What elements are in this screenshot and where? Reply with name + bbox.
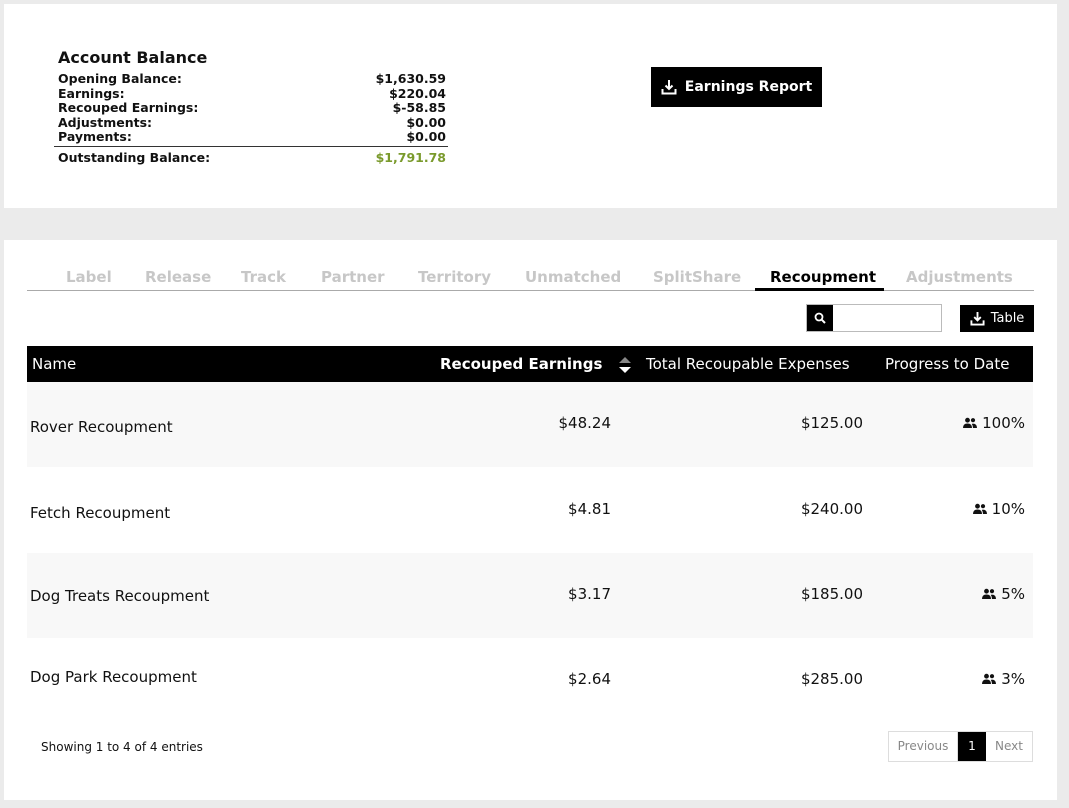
balance-value: $0.00 xyxy=(406,114,446,130)
column-header-label: Recouped Earnings xyxy=(440,355,603,373)
row-total: $185.00 xyxy=(800,585,863,603)
table-row: Fetch Recoupment $4.81 $240.00 10% xyxy=(27,467,1033,553)
row-name: Fetch Recoupment xyxy=(30,504,171,522)
outstanding-balance-label: Outstanding Balance: xyxy=(58,150,211,165)
account-balance-card: Account Balance Opening Balance: $1,630.… xyxy=(4,4,1057,208)
row-name: Dog Park Recoupment xyxy=(30,668,197,686)
search-box xyxy=(806,304,942,332)
download-icon xyxy=(661,80,677,95)
balance-value: $220.04 xyxy=(389,85,446,101)
users-icon xyxy=(982,588,997,599)
row-progress: 10% xyxy=(972,500,1025,518)
pagination: Previous 1 Next xyxy=(888,731,1033,762)
earnings-report-label: Earnings Report xyxy=(684,79,813,95)
report-tabs: Label Release Track Partner Territory Un… xyxy=(27,266,1034,291)
balance-row-earnings: Earnings: $220.04 xyxy=(58,85,446,102)
balance-label: Recouped Earnings: xyxy=(58,100,199,115)
row-progress: 3% xyxy=(982,670,1025,688)
row-recouped: $4.81 xyxy=(568,500,611,518)
tab-partner[interactable]: Partner xyxy=(321,268,385,286)
table-row: Dog Treats Recoupment $3.17 $185.00 5% xyxy=(27,553,1033,638)
table-download-button[interactable]: Table xyxy=(960,305,1034,332)
users-icon xyxy=(963,417,978,428)
earnings-report-button[interactable]: Earnings Report xyxy=(651,67,822,107)
search-input[interactable] xyxy=(834,305,940,331)
progress-value: 10% xyxy=(991,500,1025,518)
sort-icon xyxy=(618,356,631,373)
balance-value: $-58.85 xyxy=(392,100,446,115)
balance-row-adjustments: Adjustments: $0.00 xyxy=(58,114,446,131)
row-progress: 5% xyxy=(982,585,1025,603)
balance-label: Adjustments: xyxy=(58,114,153,130)
row-total: $240.00 xyxy=(800,500,863,518)
outstanding-balance-value: $1,791.78 xyxy=(375,150,446,165)
balance-row-payments: Payments: $0.00 xyxy=(58,129,446,145)
pagination-page-1[interactable]: 1 xyxy=(958,732,986,761)
row-progress: 100% xyxy=(963,414,1025,432)
progress-value: 5% xyxy=(1001,585,1025,603)
tab-label[interactable]: Label xyxy=(66,268,112,286)
column-header-total-recoupable[interactable]: Total Recoupable Expenses xyxy=(646,346,850,382)
row-total: $285.00 xyxy=(800,670,863,688)
tab-recoupment[interactable]: Recoupment xyxy=(770,268,876,286)
row-name: Dog Treats Recoupment xyxy=(30,587,210,605)
table-row: Dog Park Recoupment $2.64 $285.00 3% xyxy=(27,638,1033,720)
balance-label: Payments: xyxy=(58,129,132,144)
tab-track[interactable]: Track xyxy=(241,268,286,286)
entries-info: Showing 1 to 4 of 4 entries xyxy=(41,740,203,754)
column-header-recouped-earnings[interactable]: Recouped Earnings xyxy=(440,346,632,382)
progress-value: 3% xyxy=(1001,670,1025,688)
row-recouped: $48.24 xyxy=(558,414,612,432)
search-icon[interactable] xyxy=(807,305,833,331)
pagination-previous[interactable]: Previous xyxy=(889,732,958,761)
row-name: Rover Recoupment xyxy=(30,418,173,436)
balance-label: Opening Balance: xyxy=(58,71,182,86)
balance-row-opening: Opening Balance: $1,630.59 xyxy=(58,71,446,87)
account-balance-rows: Opening Balance: $1,630.59 Earnings: $22… xyxy=(58,71,446,145)
users-icon xyxy=(972,503,987,514)
progress-value: 100% xyxy=(982,414,1025,432)
balance-row-recouped: Recouped Earnings: $-58.85 xyxy=(58,100,446,116)
tab-splitshare[interactable]: SplitShare xyxy=(653,268,741,286)
users-icon xyxy=(982,673,997,684)
account-balance-title: Account Balance xyxy=(58,48,208,67)
tab-territory[interactable]: Territory xyxy=(418,268,491,286)
balance-label: Earnings: xyxy=(58,85,125,101)
table-header: Name Recouped Earnings Total Recoupable … xyxy=(27,346,1033,382)
row-total: $125.00 xyxy=(800,414,863,432)
report-card: Label Release Track Partner Territory Un… xyxy=(4,240,1057,800)
outstanding-balance-row: Outstanding Balance: $1,791.78 xyxy=(54,146,448,166)
row-recouped: $3.17 xyxy=(568,585,611,603)
table-row: Rover Recoupment $48.24 $125.00 100% xyxy=(27,382,1033,467)
row-recouped: $2.64 xyxy=(568,670,611,688)
column-header-name[interactable]: Name xyxy=(32,346,76,382)
balance-value: $0.00 xyxy=(406,129,446,144)
tab-release[interactable]: Release xyxy=(145,268,211,286)
column-header-progress[interactable]: Progress to Date xyxy=(885,346,1009,382)
download-icon xyxy=(970,311,985,326)
active-tab-indicator xyxy=(755,288,884,291)
tab-adjustments[interactable]: Adjustments xyxy=(906,268,1013,286)
balance-value: $1,630.59 xyxy=(375,71,446,86)
pagination-next[interactable]: Next xyxy=(986,732,1032,761)
table-button-label: Table xyxy=(990,311,1025,326)
tab-unmatched[interactable]: Unmatched xyxy=(525,268,621,286)
